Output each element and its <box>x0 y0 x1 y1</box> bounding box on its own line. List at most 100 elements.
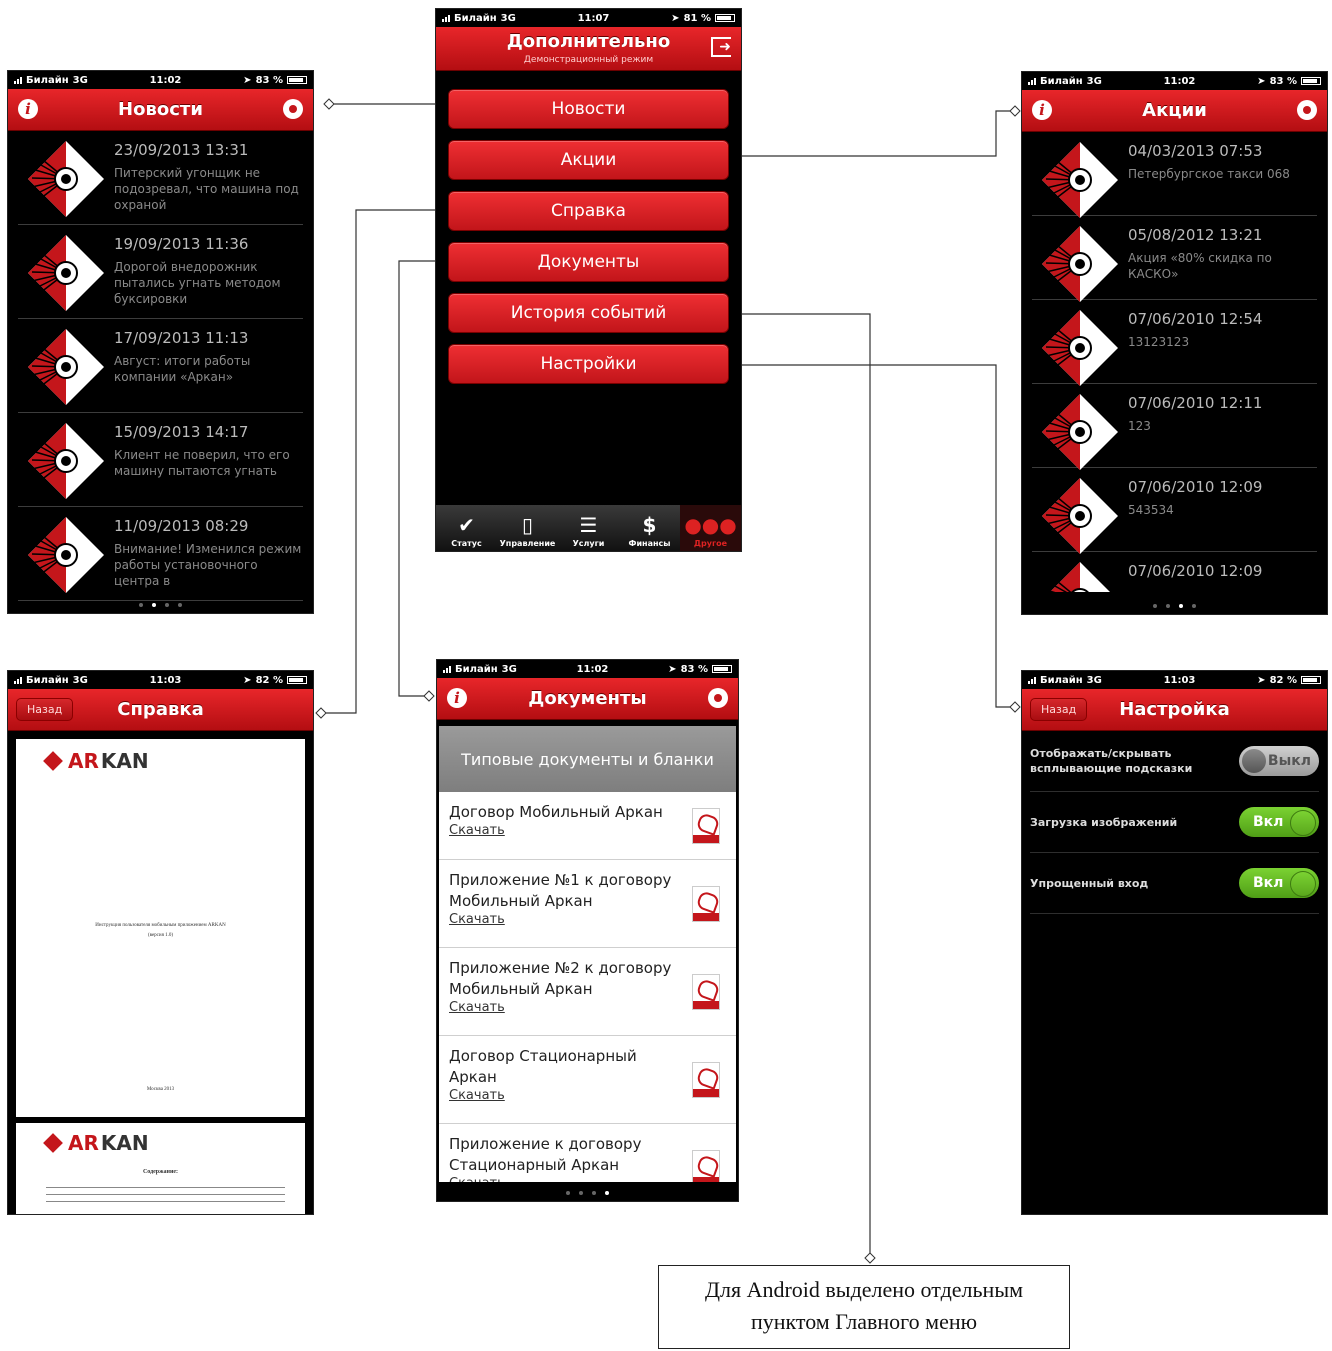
emblem <box>18 507 114 600</box>
signal-icon <box>14 676 22 684</box>
document-title: Договор Стационарный Аркан <box>449 1047 637 1086</box>
promo-item[interactable]: 07/06/2010 12:11 123 <box>1032 384 1317 470</box>
tab-control[interactable]: ▯ Управление <box>497 505 558 551</box>
settings-toggle[interactable]: Вкл <box>1239 807 1319 837</box>
news-date: 17/09/2013 11:13 <box>114 329 249 347</box>
status-bar: Билайн 3G 11:02 ➤ 83 % <box>8 71 313 89</box>
network-label: 3G <box>72 74 88 86</box>
promo-item[interactable]: 05/08/2012 13:21 Акция «80% скидка по КАС… <box>1032 216 1317 302</box>
menu-history-button[interactable]: История событий <box>448 293 729 333</box>
news-item[interactable]: 15/09/2013 14:17 Клиент не поверил, что е… <box>18 413 303 507</box>
promo-item-text: 05/08/2012 13:21 Акция «80% скидка по КАС… <box>1128 216 1317 299</box>
download-link[interactable]: Скачать <box>449 1088 676 1103</box>
download-link[interactable]: Скачать <box>449 1000 676 1015</box>
tab-status[interactable]: ✔ Статус <box>436 505 497 551</box>
emblem <box>18 319 114 412</box>
menu-promo-button[interactable]: Акции <box>448 140 729 180</box>
battery-percent: 83 % <box>680 663 708 675</box>
arrow-help-icon <box>315 707 327 719</box>
emblem <box>1032 384 1128 470</box>
info-icon[interactable]: i <box>18 99 38 119</box>
tab-label: Финансы <box>628 539 671 548</box>
promo-item-text: 07/06/2010 12:09 <box>1128 552 1317 592</box>
news-date: 15/09/2013 14:17 <box>114 423 249 441</box>
location-icon: ➤ <box>243 674 252 686</box>
doc-caption-line-1: Инструкция пользователя мобильным прилож… <box>95 923 226 928</box>
menu-news-button[interactable]: Новости <box>448 89 729 129</box>
promo-screen: Билайн 3G 11:02 ➤ 83 % i Акции 04/03/2013… <box>1021 71 1328 615</box>
tab-control-icon: ▯ <box>521 513 533 537</box>
network-label: 3G <box>500 12 516 24</box>
document-row[interactable]: Приложение №1 к договору Мобильный Аркан… <box>439 860 736 948</box>
settings-toggle[interactable]: Выкл <box>1239 746 1319 776</box>
news-screen: Билайн 3G 11:02 ➤ 83 % i Новости 23/09/20… <box>7 70 314 614</box>
menu-settings-button[interactable]: Настройки <box>448 344 729 384</box>
document-row[interactable]: Приложение №2 к договору Мобильный Аркан… <box>439 948 736 1036</box>
settings-toggle[interactable]: Вкл <box>1239 868 1319 898</box>
gear-icon[interactable] <box>1297 100 1317 120</box>
gear-icon[interactable] <box>708 688 728 708</box>
battery-icon <box>286 676 307 684</box>
promo-item-text: 07/06/2010 12:54 13123123 <box>1128 300 1317 383</box>
help-document-page-1[interactable]: AR KAN Инструкция пользователя мобильным … <box>16 739 305 1117</box>
promo-item[interactable]: 04/03/2013 07:53 Петербургское такси 068 <box>1032 132 1317 218</box>
news-item[interactable]: 19/09/2013 11:36 Дорогой внедорожник пыта… <box>18 225 303 319</box>
battery-icon <box>286 76 307 84</box>
carrier-label: Билайн <box>1040 75 1083 87</box>
tab-other[interactable]: ●●● Другое <box>680 505 741 551</box>
location-icon: ➤ <box>1257 75 1266 87</box>
promo-item[interactable]: 07/06/2010 12:09 543534 <box>1032 468 1317 554</box>
help-navbar: Назад Справка <box>8 689 313 731</box>
menu-docs-button[interactable]: Документы <box>448 242 729 282</box>
network-label: 3G <box>501 663 517 675</box>
info-icon[interactable]: i <box>447 688 467 708</box>
news-date: 19/09/2013 11:36 <box>114 235 249 253</box>
settings-row: Упрощенный вход Вкл <box>1030 853 1319 914</box>
toggle-state-label: Выкл <box>1267 752 1311 769</box>
connector-settings <box>742 364 1016 708</box>
tab-label: Статус <box>451 539 482 548</box>
document-row[interactable]: Приложение к договору Стационарный Аркан… <box>439 1124 736 1182</box>
tab-services[interactable]: ☰ Услуги <box>558 505 619 551</box>
settings-screen: Билайн 3G 11:03 ➤ 82 % Назад Настройка От… <box>1021 670 1328 1215</box>
download-link[interactable]: Скачать <box>449 1176 676 1182</box>
arkan-emblem-icon <box>1042 478 1118 554</box>
emblem <box>18 413 114 506</box>
news-item-text: 11/09/2013 08:29 Внимание! Изменился режи… <box>114 507 303 600</box>
clock: 11:03 <box>1163 674 1196 686</box>
menu-help-button[interactable]: Справка <box>448 191 729 231</box>
promo-navbar: i Акции <box>1022 90 1327 132</box>
back-button[interactable]: Назад <box>1030 698 1088 721</box>
location-icon: ➤ <box>243 74 252 86</box>
download-link[interactable]: Скачать <box>449 912 676 927</box>
download-link[interactable]: Скачать <box>449 823 676 838</box>
logout-icon[interactable]: ➜ <box>711 37 731 57</box>
promo-item[interactable]: 07/06/2010 12:09 <box>1032 552 1317 592</box>
document-row[interactable]: Договор Мобильный Аркан Скачать <box>439 792 736 860</box>
arkan-logo: AR KAN <box>43 1131 149 1155</box>
gear-icon[interactable] <box>283 99 303 119</box>
help-document-page-2[interactable]: AR KAN Содержание: <box>16 1123 305 1214</box>
document-row[interactable]: Договор Стационарный Аркан Скачать <box>439 1036 736 1124</box>
arkan-emblem-icon <box>1042 394 1118 470</box>
news-item[interactable]: 23/09/2013 13:31 Питерский угонщик не под… <box>18 131 303 225</box>
arkan-emblem-icon <box>1042 226 1118 302</box>
tab-label: Управление <box>499 539 556 548</box>
info-icon[interactable]: i <box>1032 100 1052 120</box>
news-item[interactable]: 17/09/2013 11:13 Август: итоги работы ком… <box>18 319 303 413</box>
news-summary: Клиент не поверил, что его машину пытают… <box>114 448 290 478</box>
tab-finance[interactable]: $ Финансы <box>619 505 680 551</box>
carrier-label: Билайн <box>26 74 69 86</box>
toc-lines <box>46 1187 285 1202</box>
back-button[interactable]: Назад <box>16 698 74 721</box>
arkan-emblem-icon <box>1042 142 1118 218</box>
location-icon: ➤ <box>668 663 677 675</box>
promo-item[interactable]: 07/06/2010 12:54 13123123 <box>1032 300 1317 386</box>
arkan-logo: AR KAN <box>43 749 149 773</box>
status-bar: Билайн 3G 11:03 ➤ 82 % <box>1022 671 1327 689</box>
news-summary: Август: итоги работы компании «Аркан» <box>114 354 251 384</box>
page-title: Дополнительно <box>506 31 671 52</box>
arkan-emblem-icon <box>28 517 104 593</box>
document-title: Приложение №1 к договору Мобильный Аркан <box>449 871 672 910</box>
news-item[interactable]: 11/09/2013 08:29 Внимание! Изменился режи… <box>18 507 303 601</box>
